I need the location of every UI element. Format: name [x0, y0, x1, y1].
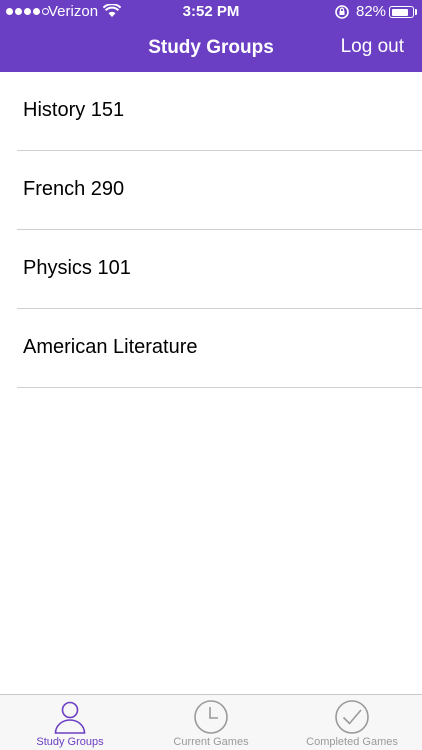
rotation-lock-icon — [335, 5, 349, 19]
battery-nub — [415, 9, 417, 15]
list-item-label: American Literature — [23, 336, 198, 358]
tab-current-games[interactable]: Current Games — [141, 695, 281, 750]
study-groups-list: History 151 French 290 Physics 101 Ameri… — [0, 72, 422, 388]
list-item[interactable]: American Literature — [0, 309, 422, 388]
list-item[interactable]: French 290 — [0, 151, 422, 230]
list-item-label: Physics 101 — [23, 257, 131, 279]
list-item-label: History 151 — [23, 99, 125, 121]
list-item[interactable]: History 151 — [0, 72, 422, 151]
tab-completed-games[interactable]: Completed Games — [282, 695, 422, 750]
battery-fill — [391, 8, 408, 16]
divider — [17, 387, 422, 388]
person-icon — [54, 701, 86, 734]
tab-label: Completed Games — [306, 736, 398, 748]
navigation-header: Verizon 3:52 PM 82% Study Groups Log out — [0, 0, 422, 72]
list-item[interactable]: Physics 101 — [0, 230, 422, 309]
battery-percentage: 82% — [356, 3, 387, 20]
battery-icon — [389, 6, 414, 18]
tab-bar: Study Groups Current Games Completed Gam… — [0, 694, 422, 750]
status-bar: Verizon 3:52 PM 82% — [0, 0, 422, 24]
tab-label: Study Groups — [36, 736, 104, 748]
clock-icon — [194, 700, 228, 734]
tab-study-groups[interactable]: Study Groups — [0, 695, 140, 750]
logout-button[interactable]: Log out — [341, 36, 404, 58]
list-item-label: French 290 — [23, 178, 125, 200]
checkmark-icon — [335, 700, 369, 734]
tab-label: Current Games — [173, 736, 249, 748]
